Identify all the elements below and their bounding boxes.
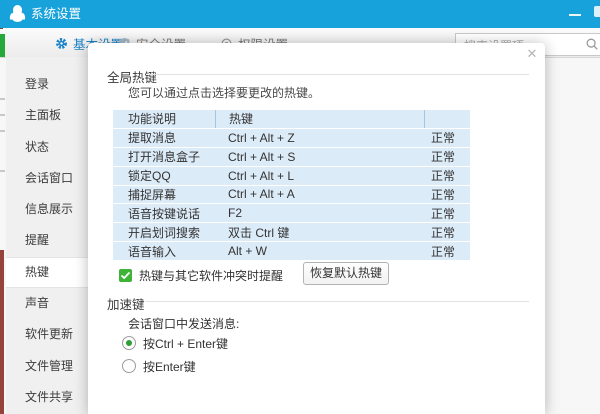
hotkeys-hint-text: 您可以通过点击选择要更改的热键。 [128,86,321,100]
row-status: 正常 [430,150,455,165]
row-hotkey[interactable]: Ctrl + Alt + Z [215,131,424,145]
section-title-accelerator: 加速键 [107,298,145,312]
sidebar-item-main-panel[interactable]: 主面板 [6,100,88,131]
table-row[interactable]: 开启划词搜索 双击 Ctrl 键 正常 [113,222,470,241]
gear-icon [56,38,67,49]
row-hotkey[interactable]: 双击 Ctrl 键 [215,224,424,241]
header-function: 功能说明 [128,112,177,127]
table-row[interactable]: 语音按键说话 F2 正常 [113,203,470,222]
row-status: 正常 [430,131,455,146]
sidebar-item-login[interactable]: 登录 [6,69,88,100]
radio-label: 按Ctrl + Enter键 [143,336,229,351]
row-hotkey[interactable]: Ctrl + Alt + A [215,187,424,201]
send-message-subtitle: 会话窗口中发送消息: [128,317,240,331]
check-icon [120,271,131,279]
minimize-icon [569,14,581,16]
radio-selected-icon[interactable] [122,336,136,350]
sidebar-item-info-display[interactable]: 信息展示 [6,194,88,225]
radio-option-ctrl-enter[interactable]: 按Ctrl + Enter键 [122,336,229,351]
hotkeys-table-header: 功能说明 热键 [113,110,470,128]
sidebar-item-hotkeys[interactable]: 热键 [6,256,88,289]
table-row[interactable]: 语音输入 Alt + W 正常 [113,241,470,260]
radio-unselected-icon[interactable] [122,359,136,373]
row-hotkey[interactable]: F2 [215,206,424,220]
dialog-close-icon[interactable]: ✕ [523,45,541,63]
row-hotkey[interactable]: Ctrl + Alt + L [215,169,424,183]
row-status: 正常 [430,187,455,202]
section-divider [150,74,529,75]
restore-default-hotkeys-button[interactable]: 恢复默认热键 [303,262,389,285]
row-status: 正常 [430,225,455,240]
background-window-fragment [0,130,5,132]
conflict-reminder-label: 热键与其它软件冲突时提醒 [139,268,284,283]
table-row[interactable]: 捕捉屏幕 Ctrl + Alt + A 正常 [113,184,470,204]
search-icon[interactable] [585,37,599,51]
sidebar-item-file-sharing[interactable]: 文件共享 [6,382,88,413]
row-hotkey[interactable]: Ctrl + Alt + S [215,150,424,164]
minimize-button[interactable] [567,7,583,21]
row-hotkey[interactable]: Alt + W [215,244,424,258]
row-function: 捕捉屏幕 [128,187,177,202]
sidebar-item-software-update[interactable]: 软件更新 [6,319,88,350]
titlebar[interactable]: 系统设置 [0,0,600,28]
window-title: 系统设置 [31,7,82,21]
row-function: 开启划词搜索 [128,225,201,240]
row-function: 语音输入 [128,244,177,259]
header-status [424,110,470,128]
row-function: 打开消息盒子 [128,150,201,165]
settings-sidebar: 登录 主面板 状态 会话窗口 信息展示 提醒 热键 声音 软件更新 文件管理 文… [6,57,88,414]
background-window-fragment [0,114,5,116]
sidebar-item-session-window[interactable]: 会话窗口 [6,163,88,194]
background-window-fragment [0,98,5,100]
conflict-reminder-checkbox[interactable] [119,268,132,282]
table-row[interactable]: 打开消息盒子 Ctrl + Alt + S 正常 [113,146,470,166]
hotkeys-table: 功能说明 热键 提取消息 Ctrl + Alt + Z 正常 打开消息盒子 Ct… [113,110,470,260]
header-hotkey: 热键 [215,110,424,128]
row-status: 正常 [430,206,455,221]
row-status: 正常 [430,169,455,184]
row-function: 提取消息 [128,131,177,146]
background-window-fragment [0,170,5,172]
sidebar-item-reminder[interactable]: 提醒 [6,225,88,256]
radio-option-enter[interactable]: 按Enter键 [122,359,196,374]
sidebar-item-sound[interactable]: 声音 [6,288,88,319]
hotkeys-dialog: ✕ 全局热键 您可以通过点击选择要更改的热键。 功能说明 热键 提取消息 Ctr… [88,43,545,414]
close-button[interactable] [594,6,600,17]
table-row[interactable]: 提取消息 Ctrl + Alt + Z 正常 [113,127,470,147]
sidebar-item-file-management[interactable]: 文件管理 [6,351,88,382]
section-divider [145,301,529,302]
background-window-fragment [0,34,5,57]
conflict-reminder-option[interactable]: 热键与其它软件冲突时提醒 [119,265,283,285]
row-status: 正常 [430,244,455,259]
qq-penguin-icon [9,5,26,22]
row-function: 锁定QQ [128,169,171,184]
system-settings-window: 系统设置 基本设置 安全设置 权限设置 [0,0,600,414]
table-row[interactable]: 锁定QQ Ctrl + Alt + L 正常 [113,165,470,185]
sidebar-item-status[interactable]: 状态 [6,132,88,163]
row-function: 语音按键说话 [128,206,201,221]
radio-label: 按Enter键 [143,359,196,374]
background-window-fragment [0,250,4,414]
